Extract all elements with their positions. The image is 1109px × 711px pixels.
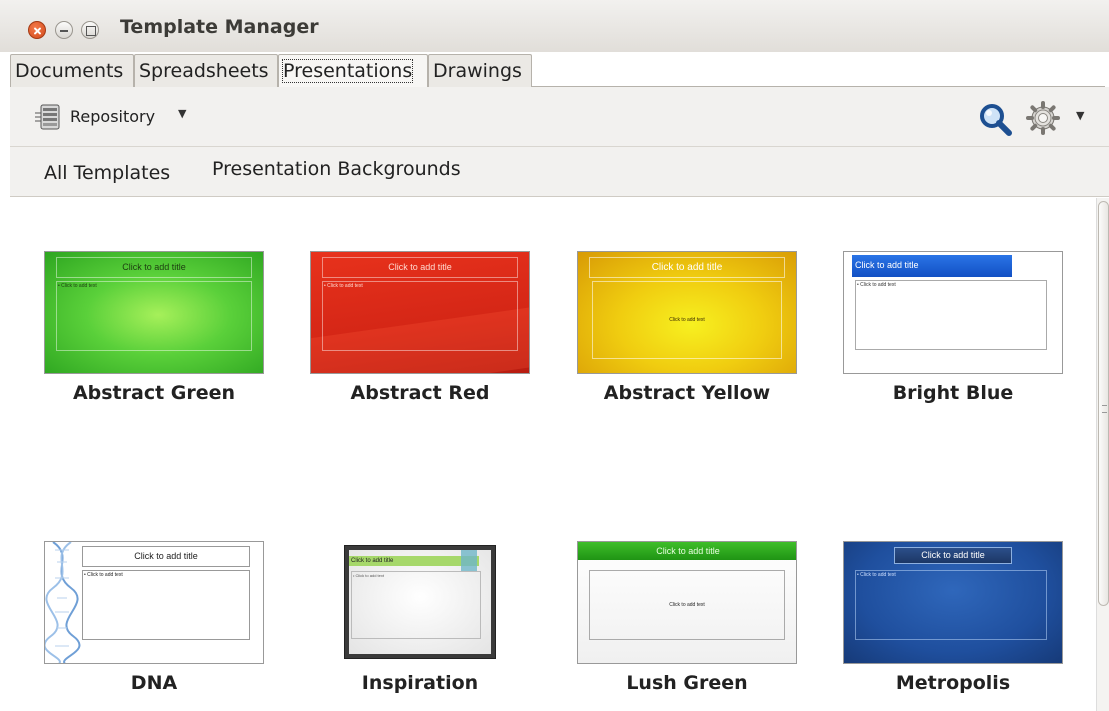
tab-presentations[interactable]: Presentations [278,54,428,87]
search-icon[interactable] [978,102,1012,136]
vertical-scrollbar[interactable] [1096,198,1109,711]
toolbar: Repository ▼ ▼ [10,87,1109,147]
maximize-icon[interactable] [81,21,99,39]
template-name[interactable]: DNA [34,672,274,694]
minimize-icon[interactable] [55,21,73,39]
template-name[interactable]: Bright Blue [833,382,1073,404]
template-thumbnail-bright-blue[interactable]: Click to add title • Click to add text [843,251,1063,374]
scrollbar-grip [1102,405,1107,413]
tab-drawings[interactable]: Drawings [428,54,532,87]
title-placeholder: Click to add title [855,260,919,270]
tab-label: Presentations [281,59,414,83]
template-thumbnail-lush-green[interactable]: Click to add title Click to add text [577,541,797,664]
server-icon[interactable] [34,104,64,130]
tab-documents[interactable]: Documents [10,54,134,87]
tab-label: Drawings [433,60,522,82]
text-placeholder: Click to add text [669,317,705,323]
settings-dropdown-icon[interactable]: ▼ [1076,109,1084,122]
title-placeholder: Click to add title [651,262,723,273]
title-placeholder: Click to add title [388,262,452,272]
text-placeholder: • Click to add text [857,572,896,578]
gear-icon[interactable] [1025,100,1061,136]
tab-label: Documents [15,60,124,82]
template-name[interactable]: Lush Green [567,672,807,694]
title-placeholder: Click to add title [134,551,198,561]
title-bar: Template Manager [0,0,1109,52]
scrollbar-thumb[interactable] [1098,201,1109,606]
dna-strand-decoration [45,542,81,663]
template-name[interactable]: Abstract Yellow [567,382,807,404]
text-placeholder: Click to add text [669,602,705,608]
close-icon[interactable] [28,21,46,39]
template-thumbnail-abstract-red[interactable]: Click to add title • Click to add text [310,251,530,374]
title-placeholder: Click to add title [122,262,186,272]
window-title: Template Manager [120,16,319,38]
text-placeholder: • Click to add text [324,283,363,289]
template-name[interactable]: Abstract Green [34,382,274,404]
all-templates-link[interactable]: All Templates [44,162,170,184]
tab-spreadsheets[interactable]: Spreadsheets [134,54,278,87]
repository-dropdown-icon[interactable]: ▼ [178,107,186,120]
repository-button[interactable]: Repository [70,107,155,126]
text-placeholder: • Click to add text [58,283,97,289]
template-name[interactable]: Inspiration [300,672,540,694]
title-placeholder: Click to add title [351,558,394,564]
template-name[interactable]: Abstract Red [300,382,540,404]
text-placeholder: • Click to add text [84,572,123,578]
template-thumbnail-metropolis[interactable]: Click to add title • Click to add text [843,541,1063,664]
filter-bar: All Templates Presentation Backgrounds [10,147,1109,197]
title-placeholder: Click to add title [656,546,720,556]
text-placeholder: • Click to add text [857,282,896,288]
template-thumbnail-abstract-green[interactable]: Click to add title • Click to add text [44,251,264,374]
presentation-backgrounds-link[interactable]: Presentation Backgrounds [212,158,461,180]
template-thumbnail-inspiration[interactable]: Click to add title • Click to add text [344,545,496,659]
template-thumbnail-abstract-yellow[interactable]: Click to add title Click to add text [577,251,797,374]
template-thumbnail-dna[interactable]: Click to add title • Click to add text [44,541,264,664]
template-grid: Click to add title • Click to add text A… [10,198,1096,711]
text-placeholder: • Click to add text [353,573,384,578]
tab-label: Spreadsheets [139,60,269,82]
template-name[interactable]: Metropolis [833,672,1073,694]
title-placeholder: Click to add title [921,550,985,560]
